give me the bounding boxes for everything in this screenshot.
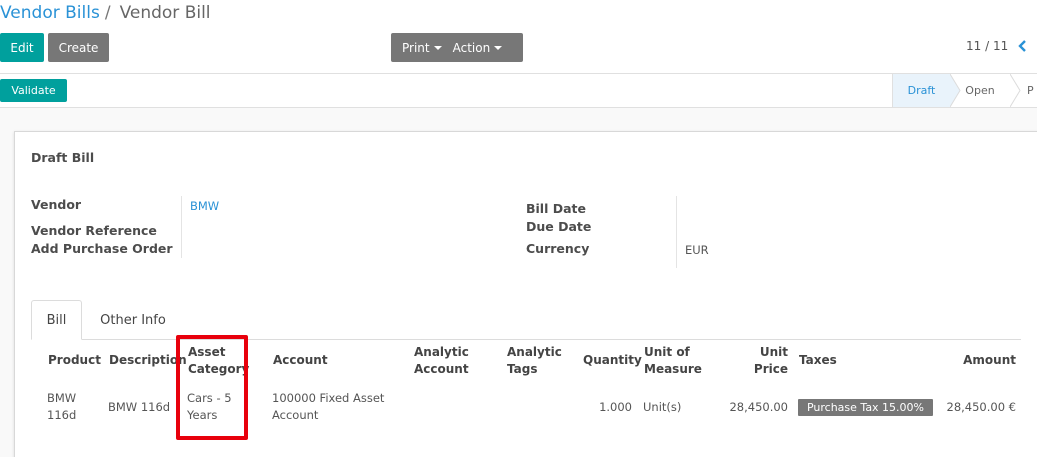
column-header-uom-line1: Unit of: [644, 345, 690, 359]
cell-quantity: 1.000: [599, 400, 632, 414]
cell-product: BMW 116d: [47, 390, 76, 424]
cell-unit-of-measure: Unit(s): [643, 400, 682, 414]
add-purchase-order-label: Add Purchase Order: [31, 241, 173, 256]
column-header-product[interactable]: Product: [48, 352, 101, 369]
validate-button[interactable]: Validate: [0, 79, 67, 102]
stage-arrow-icon: [1010, 74, 1021, 107]
print-dropdown[interactable]: Print: [402, 41, 442, 55]
column-header-analytic-account-line2: Account: [414, 362, 469, 376]
cell-product-line2: 116d: [47, 408, 77, 422]
vendor-reference-label: Vendor Reference: [31, 223, 157, 238]
column-header-unit-price-line2: Price: [753, 362, 788, 376]
column-header-amount[interactable]: Amount: [950, 352, 1016, 369]
print-label: Print: [402, 40, 430, 55]
column-header-unit-of-measure[interactable]: Unit of Measure: [644, 344, 702, 378]
tab-bill[interactable]: Bill: [31, 300, 82, 340]
caret-down-icon: [494, 45, 503, 50]
column-header-account[interactable]: Account: [273, 352, 328, 369]
print-action-group: Print Action: [391, 33, 523, 62]
column-header-analytic-tags-line2: Tags: [507, 362, 538, 376]
bill-date-label: Bill Date: [526, 201, 586, 216]
caret-down-icon: [433, 45, 442, 50]
action-label: Action: [452, 40, 491, 55]
stage-open[interactable]: Open: [950, 74, 1010, 107]
column-header-analytic-account-line1: Analytic: [414, 345, 469, 359]
form-title: Draft Bill: [31, 150, 95, 165]
status-bar: Validate Draft Open P: [0, 73, 1037, 108]
column-header-analytic-tags-line1: Analytic: [507, 345, 562, 359]
column-header-unit-price[interactable]: Unit Price: [740, 344, 788, 378]
vendor-label: Vendor: [31, 197, 82, 212]
currency-label: Currency: [526, 241, 590, 256]
cell-description: BMW 116d: [108, 400, 171, 414]
cell-amount: 28,450.00 €: [946, 400, 1017, 414]
tab-other-info[interactable]: Other Info: [90, 300, 176, 340]
column-header-analytic-tags[interactable]: Analytic Tags: [507, 344, 562, 378]
stage-draft[interactable]: Draft: [892, 74, 950, 107]
cell-product-line1: BMW: [47, 391, 77, 405]
field-divider: [181, 196, 182, 258]
cell-account-line2: Account: [272, 408, 319, 422]
breadcrumb-vendor-bills-link[interactable]: Vendor Bills: [0, 3, 100, 23]
cell-account-line1: 100000 Fixed Asset: [272, 391, 385, 405]
due-date-label: Due Date: [526, 219, 592, 234]
column-header-quantity[interactable]: Quantity: [583, 352, 642, 369]
stage-paid[interactable]: P: [1027, 74, 1037, 107]
cell-unit-price: 28,450.00: [729, 400, 788, 414]
field-divider: [676, 196, 677, 268]
column-header-description[interactable]: Description: [109, 352, 187, 369]
column-header-uom-line2: Measure: [644, 362, 702, 376]
column-header-analytic-account[interactable]: Analytic Account: [414, 344, 469, 378]
column-header-taxes[interactable]: Taxes: [799, 352, 837, 369]
breadcrumb-current: Vendor Bill: [119, 3, 211, 23]
vendor-link[interactable]: BMW: [190, 199, 219, 213]
cell-account: 100000 Fixed Asset Account: [272, 390, 384, 424]
currency-value: EUR: [685, 243, 709, 257]
create-button[interactable]: Create: [48, 33, 109, 62]
column-header-unit-price-line1: Unit: [759, 345, 788, 359]
action-dropdown[interactable]: Action: [453, 41, 503, 55]
edit-button[interactable]: Edit: [0, 33, 44, 62]
breadcrumb: Vendor Bills / Vendor Bill: [0, 0, 211, 26]
pager-counter: 11 / 11: [966, 39, 1009, 53]
chevron-left-icon[interactable]: [1017, 37, 1029, 55]
highlight-box: [176, 335, 248, 440]
tax-badge: Purchase Tax 15.00%: [798, 399, 933, 416]
breadcrumb-separator: /: [104, 3, 111, 23]
